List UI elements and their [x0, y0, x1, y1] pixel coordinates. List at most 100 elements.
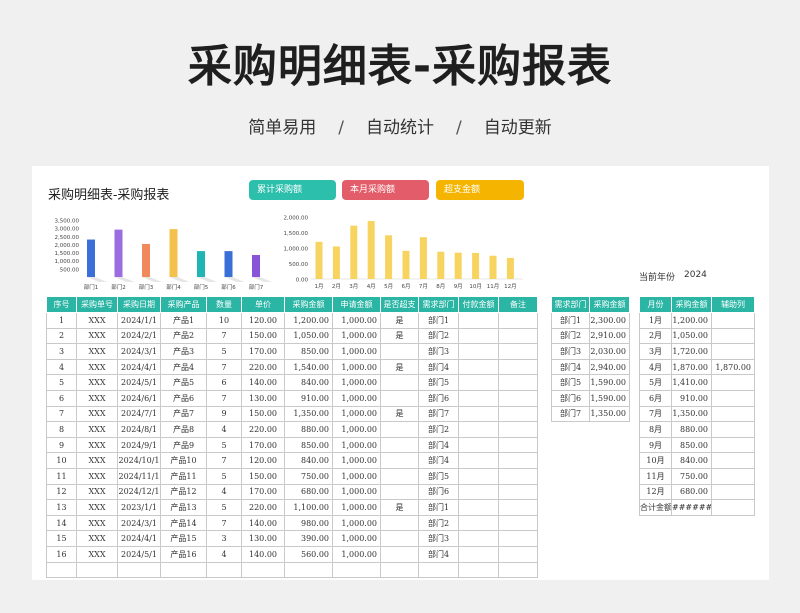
- dept-table-cell[interactable]: 部门3: [551, 343, 590, 360]
- dept-bar[interactable]: [197, 251, 205, 277]
- main-table-cell[interactable]: [458, 389, 499, 407]
- main-table-cell[interactable]: 部门3: [418, 530, 459, 547]
- main-table-cell[interactable]: 1,100.00: [284, 499, 333, 516]
- month-table-cell[interactable]: 1,200.00: [671, 312, 712, 329]
- main-table-cell[interactable]: [458, 561, 499, 579]
- main-table-cell[interactable]: 1,000.00: [332, 374, 381, 391]
- main-table-cell[interactable]: 是: [380, 358, 419, 376]
- main-table-cell[interactable]: [458, 405, 499, 423]
- main-table-cell[interactable]: 2024/2/1: [117, 327, 161, 345]
- month-table-cell[interactable]: 1,870.00: [671, 358, 712, 376]
- month-table-cell[interactable]: 1,720.00: [671, 343, 712, 360]
- main-table-cell[interactable]: XXX: [76, 327, 118, 345]
- month-table-cell[interactable]: [711, 467, 755, 485]
- main-table-cell[interactable]: 220.00: [241, 358, 285, 376]
- main-table-cell[interactable]: 9: [46, 436, 77, 454]
- main-table-cell[interactable]: [458, 530, 499, 547]
- main-table-cell[interactable]: [498, 514, 538, 532]
- main-table-cell[interactable]: 部门4: [418, 545, 459, 563]
- main-table-cell[interactable]: 1,000.00: [332, 530, 381, 547]
- dept-table-cell[interactable]: 2,030.00: [589, 343, 630, 360]
- main-header-cell[interactable]: 备注: [498, 296, 538, 313]
- main-table-cell[interactable]: 部门2: [418, 327, 459, 345]
- month-table-cell[interactable]: 850.00: [671, 436, 712, 454]
- month-table-cell[interactable]: 合计金额: [639, 499, 672, 516]
- month-bar[interactable]: [350, 225, 358, 279]
- main-table-cell[interactable]: 7: [46, 405, 77, 423]
- main-header-cell[interactable]: 采购产品: [160, 296, 207, 313]
- main-table-cell[interactable]: XXX: [76, 530, 118, 547]
- main-table-cell[interactable]: [380, 514, 419, 532]
- month-table-cell[interactable]: 910.00: [671, 389, 712, 407]
- main-table-cell[interactable]: XXX: [76, 312, 118, 329]
- main-table-cell[interactable]: 产品13: [160, 499, 207, 516]
- main-table-cell[interactable]: 840.00: [284, 374, 333, 391]
- main-table-cell[interactable]: 产品15: [160, 530, 207, 547]
- main-table-cell[interactable]: 850.00: [284, 343, 333, 360]
- main-header-cell[interactable]: 单价: [241, 296, 285, 313]
- main-table-cell[interactable]: 150.00: [241, 467, 285, 485]
- main-table-cell[interactable]: XXX: [76, 467, 118, 485]
- month-table-cell[interactable]: 1,350.00: [671, 405, 712, 423]
- main-table-cell[interactable]: [498, 421, 538, 438]
- month-table-cell[interactable]: 3月: [639, 343, 672, 360]
- main-table-cell[interactable]: 880.00: [284, 421, 333, 438]
- main-table-cell[interactable]: [458, 467, 499, 485]
- main-table-cell[interactable]: 1,540.00: [284, 358, 333, 376]
- main-table-cell[interactable]: 5: [206, 343, 242, 360]
- main-table-cell[interactable]: 部门5: [418, 467, 459, 485]
- main-table-cell[interactable]: XXX: [76, 343, 118, 360]
- main-table-cell[interactable]: XXX: [76, 389, 118, 407]
- main-table-cell[interactable]: 5: [206, 467, 242, 485]
- month-table-cell[interactable]: 2月: [639, 327, 672, 345]
- main-table-cell[interactable]: 产品4: [160, 358, 207, 376]
- main-header-cell[interactable]: 付款金额: [458, 296, 499, 313]
- main-table-cell[interactable]: 2024/7/1: [117, 405, 161, 423]
- main-table-cell[interactable]: [458, 374, 499, 391]
- dept-header-cell[interactable]: 采购金额: [589, 296, 630, 313]
- main-table-cell[interactable]: 16: [46, 545, 77, 563]
- main-table-cell[interactable]: 170.00: [241, 436, 285, 454]
- main-table-cell[interactable]: [117, 561, 161, 579]
- main-table-cell[interactable]: 产品10: [160, 452, 207, 469]
- month-table-cell[interactable]: 12月: [639, 483, 672, 501]
- main-table-cell[interactable]: [380, 530, 419, 547]
- main-table-cell[interactable]: [498, 374, 538, 391]
- main-table-cell[interactable]: XXX: [76, 545, 118, 563]
- main-table-cell[interactable]: 13: [46, 499, 77, 516]
- main-table-cell[interactable]: 2: [46, 327, 77, 345]
- main-table-cell[interactable]: XXX: [76, 374, 118, 391]
- main-table-cell[interactable]: [76, 561, 118, 579]
- main-table-cell[interactable]: [498, 327, 538, 345]
- kpi-overspend[interactable]: 超支金额: [436, 180, 524, 200]
- main-table-cell[interactable]: 2024/12/1: [117, 483, 161, 501]
- main-table-cell[interactable]: XXX: [76, 405, 118, 423]
- main-table-cell[interactable]: 8: [46, 421, 77, 438]
- main-table-cell[interactable]: 7: [206, 327, 242, 345]
- main-table-cell[interactable]: [332, 561, 381, 579]
- dept-bar[interactable]: [252, 255, 260, 277]
- month-bar[interactable]: [402, 250, 410, 279]
- main-table-cell[interactable]: 是: [380, 405, 419, 423]
- main-table-cell[interactable]: 2024/5/1: [117, 374, 161, 391]
- main-table-cell[interactable]: XXX: [76, 514, 118, 532]
- dept-header-cell[interactable]: 需求部门: [551, 296, 590, 313]
- month-table-cell[interactable]: ##########: [671, 499, 712, 516]
- main-table-cell[interactable]: 部门4: [418, 436, 459, 454]
- main-table-cell[interactable]: [498, 499, 538, 516]
- main-table-cell[interactable]: 2024/5/1: [117, 545, 161, 563]
- main-table-cell[interactable]: [284, 561, 333, 579]
- dept-bar[interactable]: [87, 239, 95, 277]
- month-table-cell[interactable]: 750.00: [671, 467, 712, 485]
- month-table-cell[interactable]: 1,410.00: [671, 374, 712, 391]
- month-table-cell[interactable]: [711, 499, 755, 516]
- main-table-cell[interactable]: [380, 561, 419, 579]
- main-table-cell[interactable]: 1,000.00: [332, 358, 381, 376]
- main-table-cell[interactable]: [46, 561, 77, 579]
- main-table-cell[interactable]: [498, 545, 538, 563]
- main-table-cell[interactable]: 140.00: [241, 514, 285, 532]
- main-table-cell[interactable]: [498, 405, 538, 423]
- month-table-cell[interactable]: [711, 343, 755, 360]
- month-table-cell[interactable]: [711, 405, 755, 423]
- main-table-cell[interactable]: 产品14: [160, 514, 207, 532]
